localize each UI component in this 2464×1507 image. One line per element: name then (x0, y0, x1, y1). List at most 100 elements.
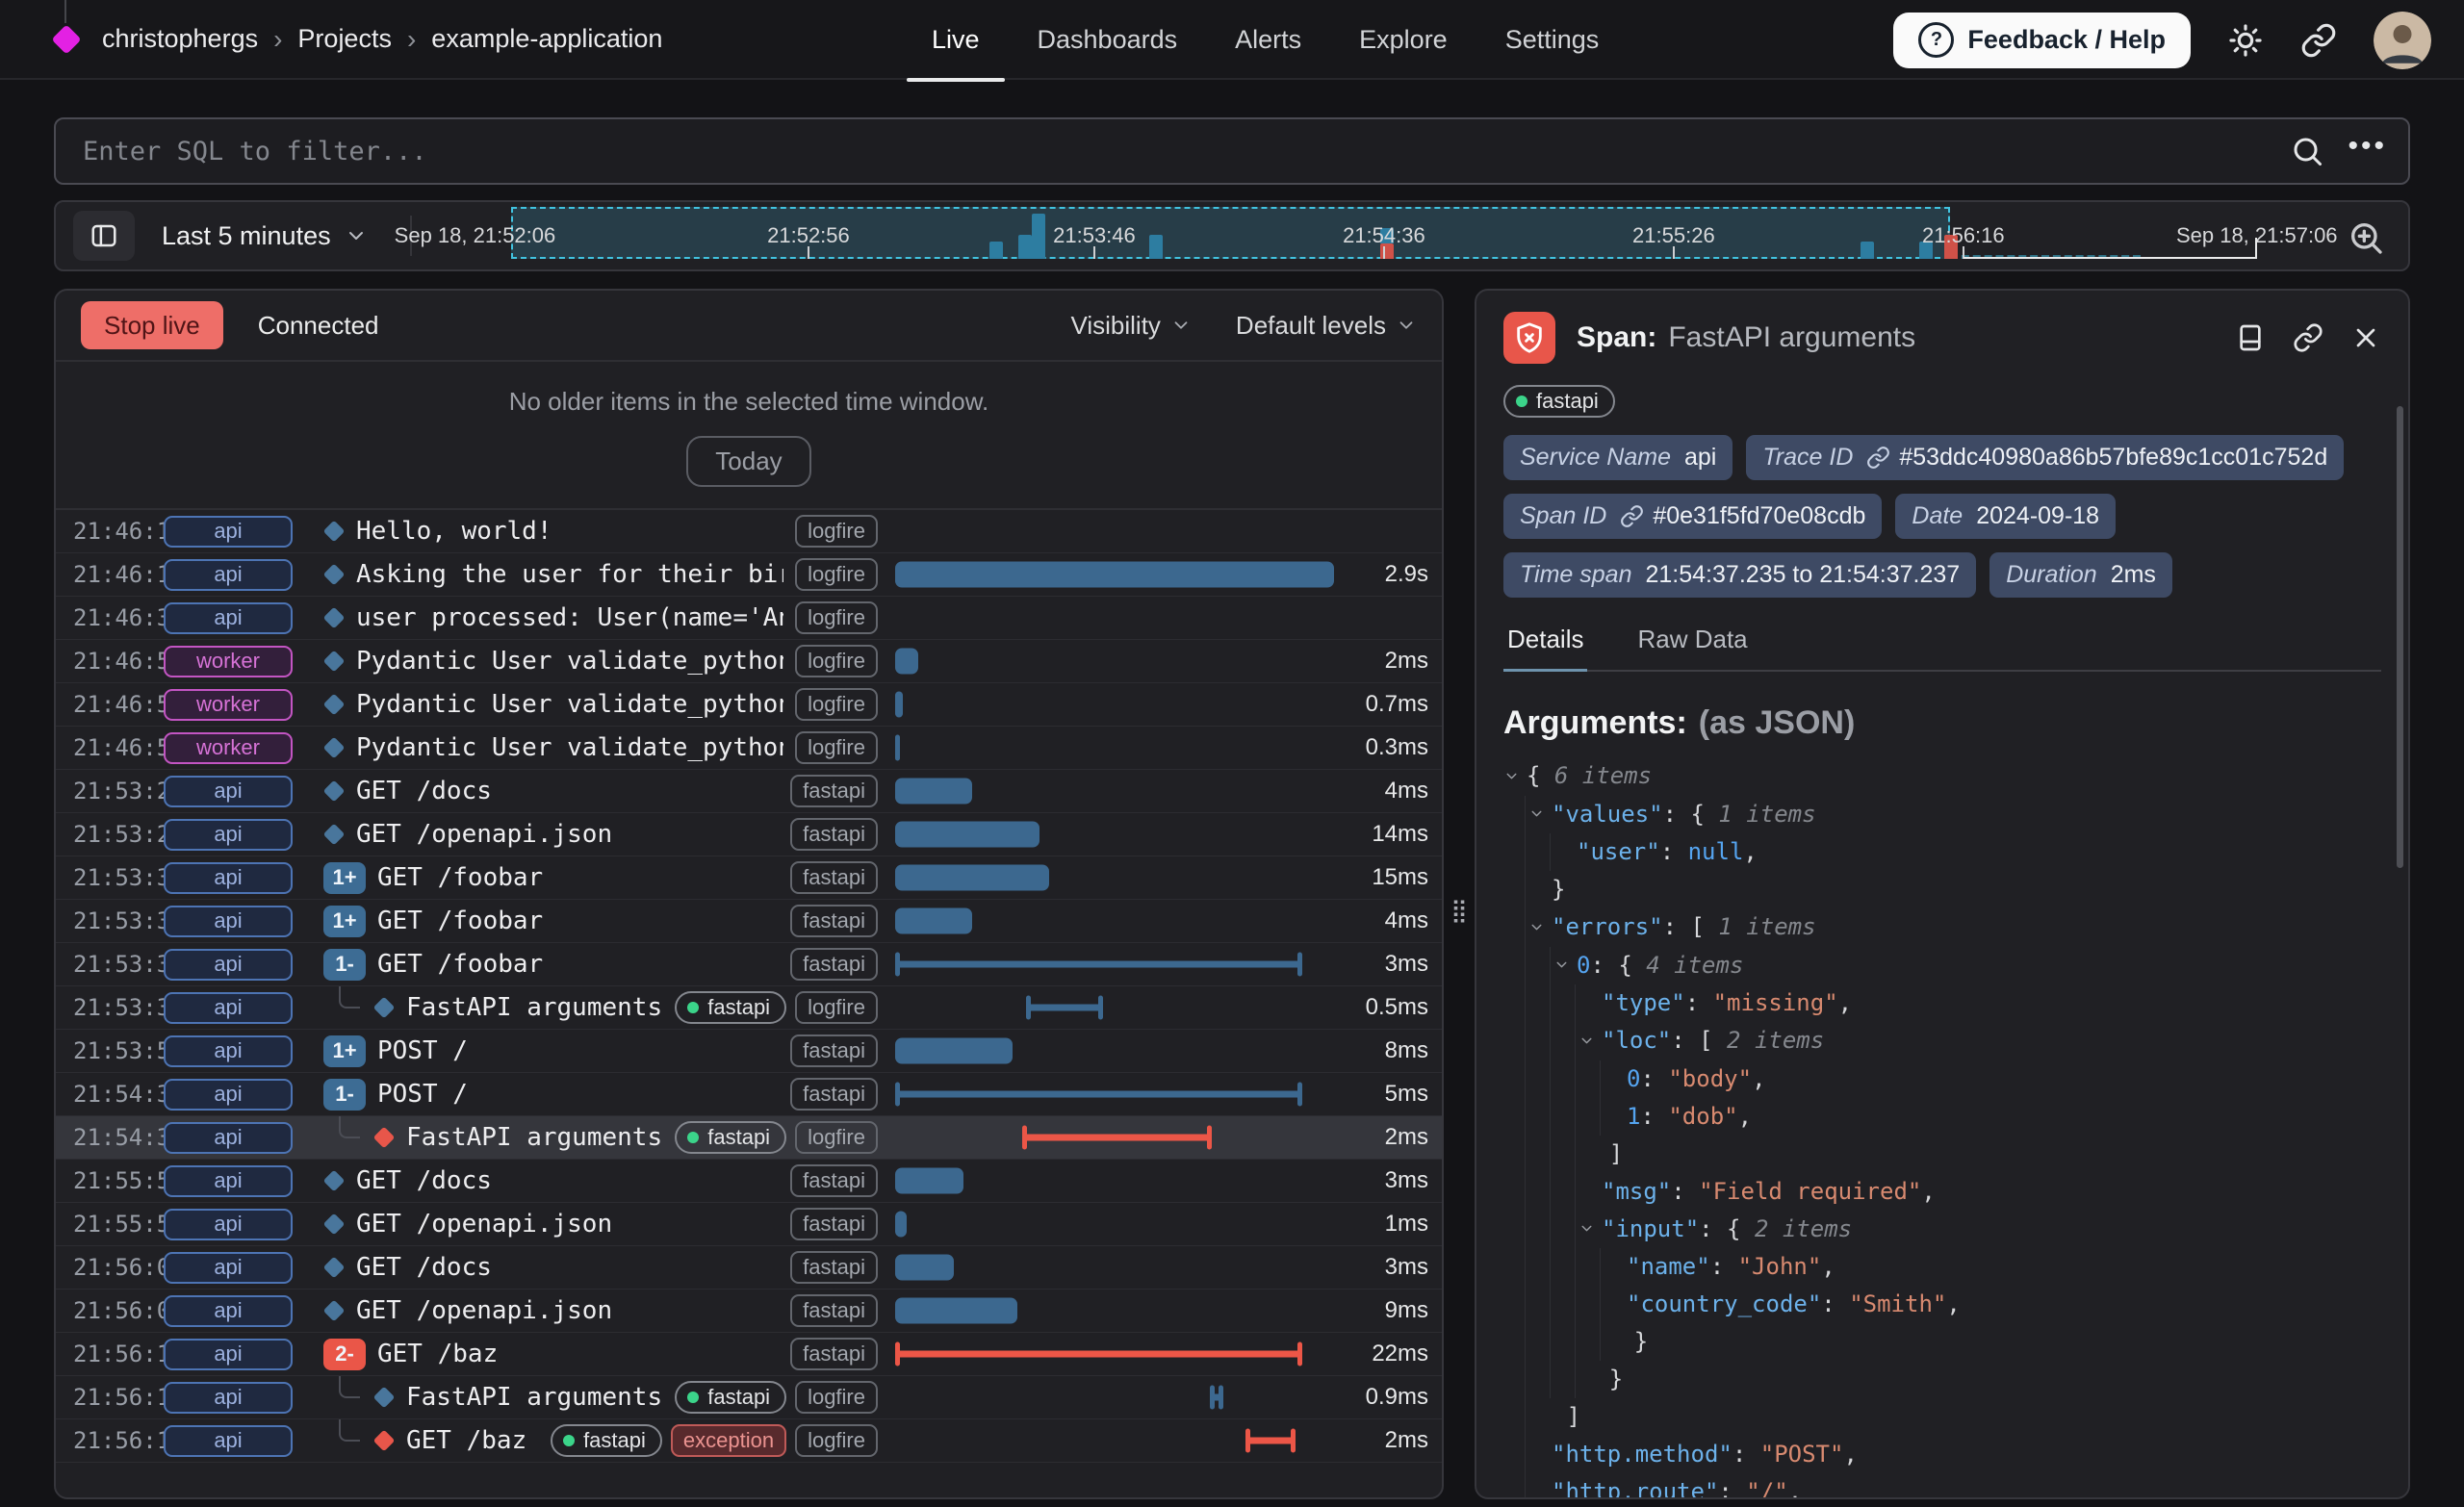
service-badge[interactable]: api (164, 1122, 293, 1154)
reading-pane-icon[interactable] (2235, 322, 2266, 353)
meta-service-name[interactable]: Service Nameapi (1503, 435, 1732, 480)
list-item[interactable]: 21:53:28apiGET /docsfastapi4ms (56, 770, 1442, 813)
service-badge[interactable]: api (164, 776, 293, 807)
otel-scope-tag[interactable]: fastapi (790, 1251, 878, 1284)
panel-resize-handle[interactable]: ⣿ (1448, 883, 1471, 937)
expand-toggle[interactable]: 1- (323, 1079, 366, 1111)
list-item[interactable]: 21:46:33apiuser processed: User(name='An… (56, 597, 1442, 640)
otel-scope-tag[interactable]: logfire (795, 601, 878, 634)
otel-scope-tag[interactable]: fastapi (790, 905, 878, 937)
list-item[interactable]: 21:56:13api2-GET /bazfastapi22ms (56, 1333, 1442, 1376)
collapse-toggle-icon[interactable] (1578, 1023, 1602, 1060)
collapse-toggle-icon[interactable] (1553, 947, 1577, 984)
otel-scope-tag[interactable]: fastapi (790, 1164, 878, 1197)
service-badge[interactable]: api (164, 1035, 293, 1067)
service-badge[interactable]: api (164, 949, 293, 981)
expand-toggle[interactable]: 1+ (323, 862, 366, 894)
otel-scope-tag[interactable]: fastapi (790, 1078, 878, 1111)
list-item[interactable]: 21:53:56api1+POST /fastapi8ms (56, 1030, 1442, 1073)
time-range-dropdown[interactable]: Last 5 minutes (162, 202, 368, 269)
tab-alerts[interactable]: Alerts (1206, 0, 1330, 80)
theme-toggle-icon[interactable] (2227, 22, 2264, 59)
service-badge[interactable]: worker (164, 646, 293, 677)
meta-span-id[interactable]: Span ID#0e31f5fd70e08cdb (1503, 494, 1882, 539)
today-button[interactable]: Today (686, 436, 810, 487)
default-levels-dropdown[interactable]: Default levels (1236, 311, 1417, 341)
list-item[interactable]: 21:54:37api1-POST /fastapi5ms (56, 1073, 1442, 1116)
otel-scope-tag[interactable]: fastapi (790, 775, 878, 807)
collapse-toggle-icon[interactable] (1503, 758, 1527, 796)
activity-histogram[interactable]: Sep 18, 21:52:0621:52:5621:53:4621:54:36… (424, 202, 2329, 269)
zoom-in-icon[interactable] (2347, 218, 2385, 257)
time-selection-region[interactable] (511, 207, 1950, 259)
meta-trace-id[interactable]: Trace ID#53ddc40980a86b57bfe89c1cc01c752… (1746, 435, 2344, 480)
list-item[interactable]: 21:55:58apiGET /docsfastapi3ms (56, 1160, 1442, 1203)
close-icon[interactable] (2350, 322, 2381, 353)
tab-dashboards[interactable]: Dashboards (1009, 0, 1207, 80)
list-item[interactable]: 21:46:19apiHello, world!logfire (56, 510, 1442, 553)
tab-details[interactable]: Details (1503, 625, 1587, 670)
service-badge[interactable]: api (164, 1079, 293, 1111)
link-icon[interactable] (1866, 446, 1890, 470)
avatar[interactable] (2374, 12, 2431, 69)
otel-scope-tag[interactable]: logfire (795, 1424, 878, 1457)
service-badge[interactable]: api (164, 559, 293, 591)
otel-scope-tag[interactable]: logfire (795, 688, 878, 721)
tab-raw-data[interactable]: Raw Data (1633, 625, 1751, 670)
exception-tag[interactable]: exception (671, 1424, 786, 1457)
list-item[interactable]: 21:53:35api1+GET /foobarfastapi4ms (56, 900, 1442, 943)
service-badge[interactable]: api (164, 1425, 293, 1457)
service-badge[interactable]: worker (164, 732, 293, 764)
otel-scope-tag[interactable]: fastapi (790, 818, 878, 851)
service-badge[interactable]: api (164, 1295, 293, 1327)
list-item[interactable]: 21:56:13apiFastAPI argumentsfastapilogfi… (56, 1376, 1442, 1419)
list-item[interactable]: 21:55:58apiGET /openapi.jsonfastapi1ms (56, 1203, 1442, 1246)
service-badge[interactable]: api (164, 1165, 293, 1197)
collapse-toggle-icon[interactable] (1528, 796, 1552, 833)
sql-filter-input[interactable] (56, 119, 2408, 183)
more-options-icon[interactable]: ••• (2348, 132, 2387, 170)
otel-scope-tag[interactable]: fastapi (790, 861, 878, 894)
otel-scope-tag[interactable]: logfire (795, 1381, 878, 1414)
tab-settings[interactable]: Settings (1476, 0, 1629, 80)
meta-time-span[interactable]: Time span21:54:37.235 to 21:54:37.237 (1503, 552, 1976, 598)
feedback-help-button[interactable]: ? Feedback / Help (1893, 13, 2191, 68)
service-badge[interactable]: api (164, 1339, 293, 1370)
meta-duration[interactable]: Duration2ms (1989, 552, 2172, 598)
otel-scope-tag[interactable]: logfire (795, 645, 878, 677)
service-badge[interactable]: api (164, 1382, 293, 1414)
service-scope-tag[interactable]: fastapi (1503, 385, 1615, 418)
breadcrumb-project-name[interactable]: example-application (431, 24, 662, 54)
otel-scope-tag[interactable]: fastapi (790, 1294, 878, 1327)
expand-toggle[interactable]: 1- (323, 949, 366, 981)
visibility-dropdown[interactable]: Visibility (1070, 311, 1191, 341)
collapse-toggle-icon[interactable] (1578, 1211, 1602, 1248)
sidebar-toggle-icon[interactable] (73, 211, 135, 261)
service-scope-tag[interactable]: fastapi (675, 991, 786, 1024)
list-item[interactable]: 21:56:09apiGET /docsfastapi3ms (56, 1246, 1442, 1290)
otel-scope-tag[interactable]: fastapi (790, 1208, 878, 1240)
service-badge[interactable]: api (164, 906, 293, 937)
service-badge[interactable]: api (164, 602, 293, 634)
expand-toggle[interactable]: 1+ (323, 906, 366, 937)
expand-toggle[interactable]: 2- (323, 1339, 366, 1370)
stop-live-button[interactable]: Stop live (81, 301, 223, 349)
collapse-toggle-icon[interactable] (1528, 909, 1552, 947)
share-link-icon[interactable] (2300, 22, 2337, 59)
list-item[interactable]: 21:53:35apiFastAPI argumentsfastapilogfi… (56, 986, 1442, 1030)
service-scope-tag[interactable]: fastapi (675, 1381, 786, 1414)
service-badge[interactable]: worker (164, 689, 293, 721)
service-badge[interactable]: api (164, 992, 293, 1024)
service-scope-tag[interactable]: fastapi (675, 1121, 786, 1154)
list-item[interactable]: 21:46:55workerPydantic User validate_pyt… (56, 727, 1442, 770)
meta-date[interactable]: Date2024-09-18 (1895, 494, 2116, 539)
expand-toggle[interactable]: 1+ (323, 1035, 366, 1067)
scrollbar-thumb[interactable] (2397, 406, 2403, 868)
list-item[interactable]: 21:46:55workerPydantic User validate_pyt… (56, 683, 1442, 727)
link-icon[interactable] (1620, 504, 1644, 528)
breadcrumb-user[interactable]: christophergs (102, 24, 258, 54)
link-icon[interactable] (2293, 322, 2323, 353)
otel-scope-tag[interactable]: logfire (795, 731, 878, 764)
list-item[interactable]: 21:54:37apiFastAPI argumentsfastapilogfi… (56, 1116, 1442, 1160)
list-item[interactable]: 21:56:13apiGET /baz (fofastapiexceptionl… (56, 1419, 1442, 1463)
